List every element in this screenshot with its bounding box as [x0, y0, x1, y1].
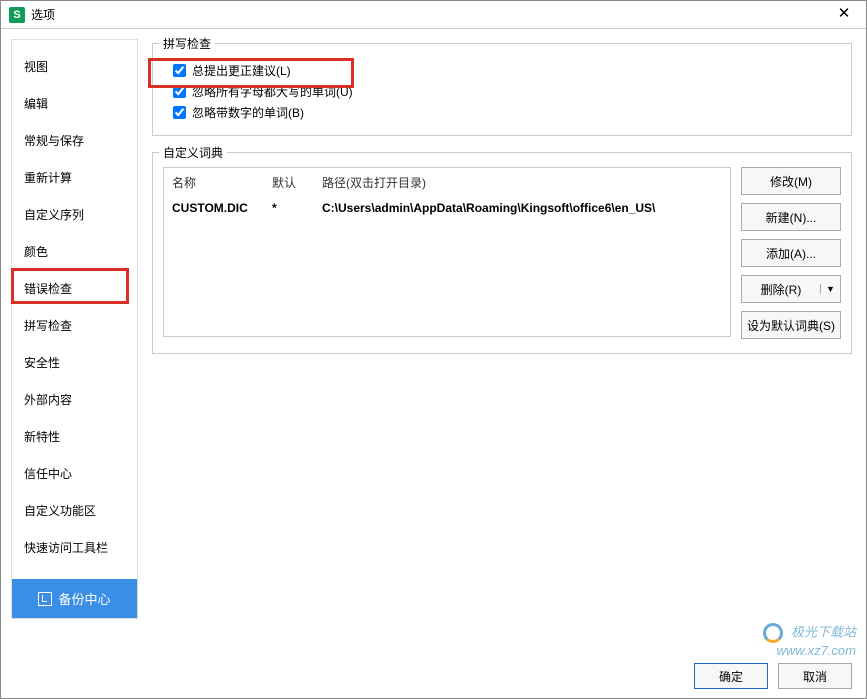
backup-center-button[interactable]: 备份中心	[12, 579, 137, 618]
dict-table-row[interactable]: CUSTOM.DIC * C:\Users\admin\AppData\Roam…	[164, 197, 730, 219]
cell-name: CUSTOM.DIC	[172, 201, 272, 215]
chevron-down-icon[interactable]: ▼	[820, 284, 840, 294]
new-button[interactable]: 新建(N)...	[741, 203, 841, 231]
sidebar-item-external[interactable]: 外部内容	[12, 381, 137, 418]
set-default-button[interactable]: 设为默认词典(S)	[741, 311, 841, 339]
col-header-default: 默认	[272, 174, 322, 191]
sidebar-item-error-check[interactable]: 错误检查	[12, 270, 137, 307]
main-panel: 拼写检查 总提出更正建议(L) 忽略所有字母都大写的单词(U) 忽略带数字的单词…	[138, 29, 866, 629]
sidebar-item-recalc[interactable]: 重新计算	[12, 159, 137, 196]
titlebar: S 选项 ✕	[1, 1, 866, 29]
cell-path: C:\Users\admin\AppData\Roaming\Kingsoft\…	[322, 201, 722, 215]
add-button[interactable]: 添加(A)...	[741, 239, 841, 267]
cancel-button[interactable]: 取消	[778, 663, 852, 689]
sidebar-item-spellcheck[interactable]: 拼写检查	[12, 307, 137, 344]
sidebar-item-edit[interactable]: 编辑	[12, 85, 137, 122]
custom-dict-fieldset: 自定义词典 名称 默认 路径(双击打开目录) CUSTOM.DIC * C:\U…	[152, 152, 852, 354]
sidebar-item-trust-center[interactable]: 信任中心	[12, 455, 137, 492]
sidebar-item-general-save[interactable]: 常规与保存	[12, 122, 137, 159]
window-title: 选项	[31, 6, 830, 23]
checkbox-always-suggest-label: 总提出更正建议(L)	[192, 62, 291, 79]
delete-button[interactable]: 删除(R) ▼	[741, 275, 841, 303]
watermark-text2: www.xz7.com	[777, 643, 856, 658]
close-icon[interactable]: ✕	[830, 3, 858, 27]
checkbox-always-suggest[interactable]: 总提出更正建议(L)	[173, 62, 841, 79]
delete-button-label: 删除(R)	[742, 281, 820, 298]
modify-button[interactable]: 修改(M)	[741, 167, 841, 195]
checkbox-ignore-numbers[interactable]: 忽略带数字的单词(B)	[173, 104, 841, 121]
sidebar-item-view[interactable]: 视图	[12, 48, 137, 85]
dict-table[interactable]: 名称 默认 路径(双击打开目录) CUSTOM.DIC * C:\Users\a…	[163, 167, 731, 337]
cell-default: *	[272, 201, 322, 215]
custom-dict-legend: 自定义词典	[159, 144, 227, 161]
col-header-path: 路径(双击打开目录)	[322, 174, 722, 191]
sidebar-item-custom-seq[interactable]: 自定义序列	[12, 196, 137, 233]
col-header-name: 名称	[172, 174, 272, 191]
sidebar-item-quick-access[interactable]: 快速访问工具栏	[12, 529, 137, 566]
watermark-icon	[763, 623, 783, 643]
backup-icon	[38, 592, 52, 606]
sidebar-item-newfeatures[interactable]: 新特性	[12, 418, 137, 455]
sidebar-item-security[interactable]: 安全性	[12, 344, 137, 381]
checkbox-ignore-numbers-label: 忽略带数字的单词(B)	[192, 104, 304, 121]
watermark: 极光下载站 www.xz7.com	[763, 623, 856, 660]
checkbox-ignore-uppercase-input[interactable]	[173, 85, 186, 98]
dict-buttons: 修改(M) 新建(N)... 添加(A)... 删除(R) ▼ 设为默认词典(S…	[741, 167, 841, 339]
sidebar-item-color[interactable]: 颜色	[12, 233, 137, 270]
backup-label: 备份中心	[58, 589, 110, 608]
dialog-footer: 确定 取消	[1, 654, 866, 698]
spellcheck-fieldset: 拼写检查 总提出更正建议(L) 忽略所有字母都大写的单词(U) 忽略带数字的单词…	[152, 43, 852, 136]
watermark-text1: 极光下载站	[791, 625, 856, 640]
spellcheck-legend: 拼写检查	[159, 35, 215, 52]
dict-table-header: 名称 默认 路径(双击打开目录)	[164, 168, 730, 197]
app-icon: S	[9, 7, 25, 23]
checkbox-ignore-numbers-input[interactable]	[173, 106, 186, 119]
checkbox-always-suggest-input[interactable]	[173, 64, 186, 77]
ok-button[interactable]: 确定	[694, 663, 768, 689]
sidebar-item-custom-ribbon[interactable]: 自定义功能区	[12, 492, 137, 529]
checkbox-ignore-uppercase[interactable]: 忽略所有字母都大写的单词(U)	[173, 83, 841, 100]
sidebar: 视图 编辑 常规与保存 重新计算 自定义序列 颜色 错误检查 拼写检查 安全性 …	[11, 39, 138, 619]
checkbox-ignore-uppercase-label: 忽略所有字母都大写的单词(U)	[192, 83, 353, 100]
